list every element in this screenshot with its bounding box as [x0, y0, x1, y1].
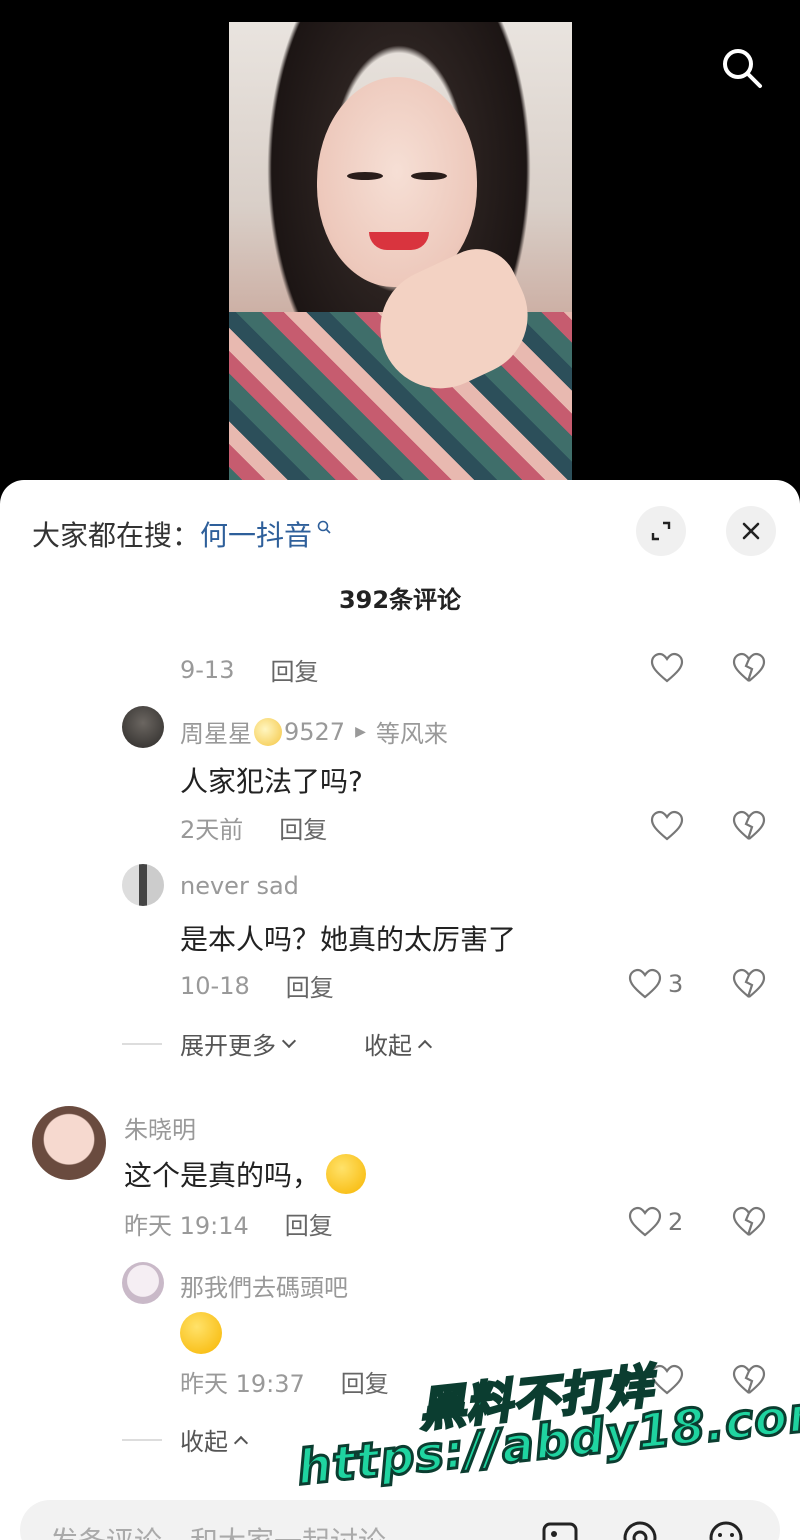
sweat-smile-emoji-icon — [326, 1154, 367, 1194]
comment-time: 昨天 19:37 — [180, 1370, 305, 1398]
comment-meta: 10-18 回复 — [180, 968, 334, 1003]
comment-time: 10-18 — [180, 971, 250, 1000]
comment-text — [180, 1312, 222, 1354]
comment-meta: 2天前 回复 — [180, 810, 327, 845]
chevron-down-icon — [281, 1033, 297, 1048]
collapse-label: 收起 — [180, 1428, 228, 1456]
comment-input[interactable]: 发条评论，和大家一起讨论 — [50, 1520, 386, 1540]
expand-icon — [651, 521, 671, 541]
expand-more-label: 展开更多 — [180, 1032, 276, 1060]
comment-time: 昨天 19:14 — [124, 1212, 249, 1240]
dislike-button[interactable] — [732, 1206, 766, 1242]
comment-meta: 昨天 19:37 回复 — [180, 1364, 389, 1399]
comment-input-bar[interactable]: 发条评论，和大家一起讨论 — [20, 1500, 780, 1540]
avatar[interactable] — [122, 864, 164, 906]
expand-button[interactable] — [636, 506, 686, 556]
video-eye-left — [347, 172, 383, 180]
reply-button[interactable]: 回复 — [285, 1206, 333, 1241]
comment-meta: 9-13 回复 — [180, 652, 318, 687]
heart-icon — [650, 1364, 684, 1395]
avatar[interactable] — [32, 1106, 106, 1180]
dislike-button[interactable] — [732, 810, 766, 846]
like-button[interactable]: 2 — [628, 1206, 683, 1238]
broken-heart-icon — [732, 652, 766, 682]
video-player[interactable] — [0, 0, 800, 500]
reply-arrow-icon: ▶ — [355, 723, 366, 740]
like-button[interactable] — [650, 652, 684, 684]
comment-username[interactable]: 那我們去碼頭吧 — [180, 1268, 348, 1303]
divider — [122, 1438, 162, 1441]
comment-time: 9-13 — [180, 655, 235, 684]
sparkle-icon — [254, 717, 282, 746]
reply-button[interactable]: 回复 — [270, 652, 318, 687]
mini-search-icon — [317, 520, 331, 534]
search-icon[interactable] — [718, 44, 766, 92]
collapse-button[interactable]: 收起 — [364, 1026, 433, 1061]
like-button[interactable]: 3 — [628, 968, 683, 1000]
like-count: 3 — [668, 970, 684, 998]
close-button[interactable] — [726, 506, 776, 556]
divider — [122, 1042, 162, 1045]
shushing-emoji-icon — [180, 1312, 222, 1354]
image-icon[interactable] — [540, 1518, 580, 1540]
dislike-button[interactable] — [732, 968, 766, 1004]
avatar[interactable] — [122, 1262, 164, 1304]
chevron-up-icon — [233, 1435, 249, 1450]
collapse-button[interactable]: 收起 — [180, 1422, 249, 1457]
comment-count: 392条评论 — [338, 586, 462, 614]
broken-heart-icon — [732, 968, 766, 998]
dislike-button[interactable] — [732, 652, 766, 688]
comment-text-content: 这个是真的吗， — [124, 1159, 321, 1192]
video-eye-right — [411, 172, 447, 180]
comment-sheet: 大家都在搜： 何一抖音 392条评论 9-13 回复 周星星 9527 ▶ 等风… — [0, 480, 800, 1540]
hot-search-keyword[interactable]: 何一抖音 — [200, 514, 312, 554]
chevron-up-icon — [417, 1039, 433, 1054]
mention-icon[interactable] — [620, 1518, 660, 1540]
video-lips — [369, 232, 429, 250]
broken-heart-icon — [732, 1206, 766, 1236]
username-suffix: 9527 — [284, 717, 346, 746]
broken-heart-icon — [732, 810, 766, 840]
comment-time: 2天前 — [180, 816, 244, 844]
close-icon — [742, 522, 760, 540]
reply-button[interactable]: 回复 — [279, 810, 327, 845]
hot-search-prefix: 大家都在搜： — [32, 519, 201, 552]
reply-button[interactable]: 回复 — [341, 1364, 389, 1399]
comment-meta: 昨天 19:14 回复 — [124, 1206, 333, 1241]
like-button[interactable] — [650, 1364, 684, 1396]
video-frame — [229, 22, 572, 482]
heart-icon — [628, 968, 662, 999]
heart-icon — [650, 810, 684, 841]
replies-controls: 收起 — [122, 1422, 249, 1457]
comment-text: 这个是真的吗， — [124, 1154, 367, 1194]
heart-icon — [650, 652, 684, 683]
comment-text: 是本人吗？她真的太厉害了 — [180, 923, 517, 956]
comment-text: 人家犯法了吗? — [180, 765, 363, 798]
comment-username[interactable]: 朱晓明 — [124, 1110, 196, 1145]
reply-button[interactable]: 回复 — [286, 968, 334, 1003]
comment-username[interactable]: 周星星 9527 ▶ 等风来 — [180, 714, 448, 749]
emoji-icon[interactable] — [706, 1518, 746, 1540]
comment-username[interactable]: never sad — [180, 872, 299, 900]
sheet-header: 大家都在搜： 何一抖音 392条评论 — [0, 480, 800, 614]
hot-search[interactable]: 大家都在搜： 何一抖音 — [32, 514, 332, 554]
collapse-label: 收起 — [364, 1032, 412, 1060]
reply-to-user[interactable]: 等风来 — [376, 714, 448, 749]
replies-controls: 展开更多 收起 — [122, 1026, 433, 1061]
heart-icon — [628, 1206, 662, 1237]
like-button[interactable] — [650, 810, 684, 842]
expand-more-button[interactable]: 展开更多 — [180, 1026, 297, 1061]
avatar[interactable] — [122, 706, 164, 748]
like-count: 2 — [668, 1208, 684, 1236]
username-text: 周星星 — [180, 720, 252, 748]
